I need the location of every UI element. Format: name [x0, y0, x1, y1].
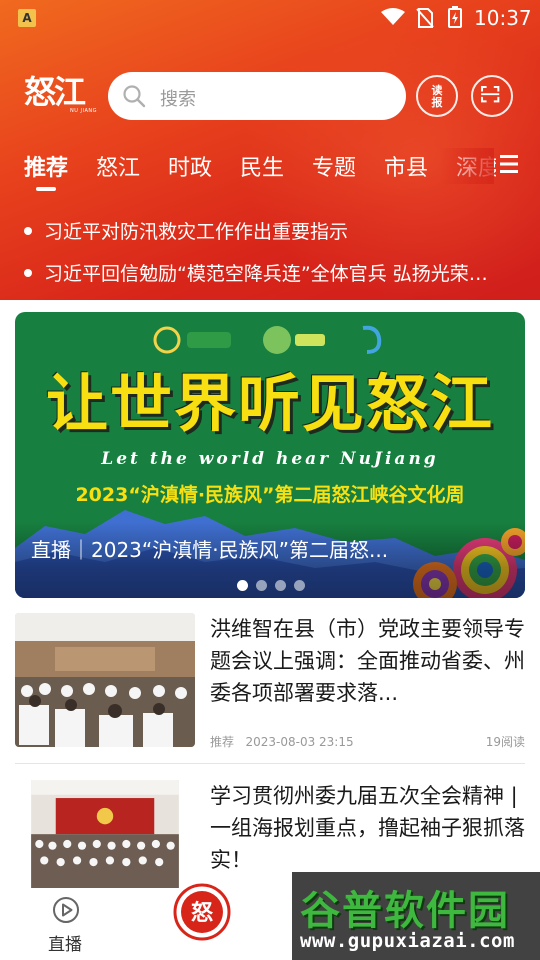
- wifi-icon: [381, 8, 405, 25]
- play-circle-icon: [53, 897, 79, 923]
- news-list-item[interactable]: 洪维智在县（市）党政主要领导专题会议上强调：全面推动省委、州委各项部署要求落..…: [15, 613, 525, 750]
- headline-text: 习近平对防汛救灾工作作出重要指示: [44, 221, 349, 243]
- logo-text: 怒江: [24, 73, 86, 111]
- nav-home-logo-button[interactable]: 怒: [172, 882, 232, 942]
- scan-icon: [481, 85, 500, 103]
- tab-livelihood[interactable]: 民生: [240, 150, 284, 182]
- banner-subtitle: 2023“沪滇情·民族风”第二届怒江峡谷文化周: [75, 484, 465, 506]
- carousel-dot[interactable]: [275, 580, 286, 591]
- carousel-dot[interactable]: [294, 580, 305, 591]
- app-notification-icon: A: [18, 9, 36, 27]
- status-bar: A 10:37: [0, 0, 540, 36]
- banner-title: 让世界听见怒江: [45, 367, 494, 440]
- tab-fade: [440, 148, 494, 184]
- news-tag: 推荐: [210, 735, 235, 749]
- menu-icon[interactable]: [500, 153, 518, 175]
- banner-event-logos: [153, 325, 382, 354]
- news-datetime: 2023-08-03 23:15: [245, 735, 354, 749]
- battery-charging-icon: [448, 6, 462, 28]
- read-paper-label: 读 报: [431, 84, 443, 109]
- no-sim-icon: [416, 8, 434, 28]
- news-title: 学习贯彻州委九届五次全会精神 | 一组海报划重点，撸起袖子狠抓落实！: [210, 784, 525, 872]
- bullet-dot: [24, 226, 32, 235]
- banner-title-english: Let the world hear NuJiang: [101, 449, 439, 469]
- banner-caption: 直播｜2023“沪滇情·民族风”第二届怒...: [31, 538, 389, 562]
- nav-live-label: 直播: [48, 935, 82, 955]
- news-thumbnail: [31, 780, 179, 890]
- tab-politics[interactable]: 时政: [168, 150, 212, 182]
- logo-subtext: NU JIANG: [70, 108, 97, 114]
- headline-item[interactable]: 习近平对防汛救灾工作作出重要指示: [24, 217, 514, 244]
- app-logo[interactable]: 怒江 NU JIANG: [24, 74, 98, 118]
- read-paper-button[interactable]: 读 报: [416, 75, 458, 117]
- search-placeholder: 搜索: [160, 89, 196, 110]
- tab-counties[interactable]: 市县: [384, 150, 428, 182]
- tab-nujiang[interactable]: 怒江: [96, 150, 140, 182]
- watermark-title: 谷普软件园: [300, 888, 510, 934]
- carousel-dot[interactable]: [256, 580, 267, 591]
- app-logo-icon: 怒: [173, 883, 231, 941]
- list-divider: [15, 763, 525, 764]
- search-icon: [123, 85, 146, 108]
- watermark-url: www.gupuxiazai.com: [300, 930, 515, 952]
- headline-text: 习近平回信勉励“模范空降兵连”全体官兵 弘扬光荣传统: [44, 263, 502, 285]
- svg-text:怒: 怒: [191, 900, 213, 926]
- headline-item[interactable]: 习近平回信勉励“模范空降兵连”全体官兵 弘扬光荣传统: [24, 259, 502, 286]
- banner-carousel[interactable]: 让世界听见怒江 Let the world hear NuJiang 2023“…: [15, 312, 525, 598]
- bullet-dot: [24, 268, 32, 277]
- news-title: 洪维智在县（市）党政主要领导专题会议上强调：全面推动省委、州委各项部署要求落..…: [210, 617, 525, 705]
- tab-recommend[interactable]: 推荐: [24, 150, 68, 182]
- news-meta: 推荐 2023-08-03 23:15: [210, 733, 354, 750]
- search-input[interactable]: 搜索: [108, 72, 406, 120]
- active-tab-indicator: [36, 187, 56, 191]
- news-reads: 19阅读: [485, 735, 525, 749]
- status-time: 10:37: [474, 6, 532, 30]
- tab-topics[interactable]: 专题: [312, 150, 356, 182]
- watermark: 谷普软件园 www.gupuxiazai.com: [292, 872, 540, 960]
- carousel-dot-active[interactable]: [237, 580, 248, 591]
- scan-button[interactable]: [471, 75, 513, 117]
- news-thumbnail: [15, 613, 195, 747]
